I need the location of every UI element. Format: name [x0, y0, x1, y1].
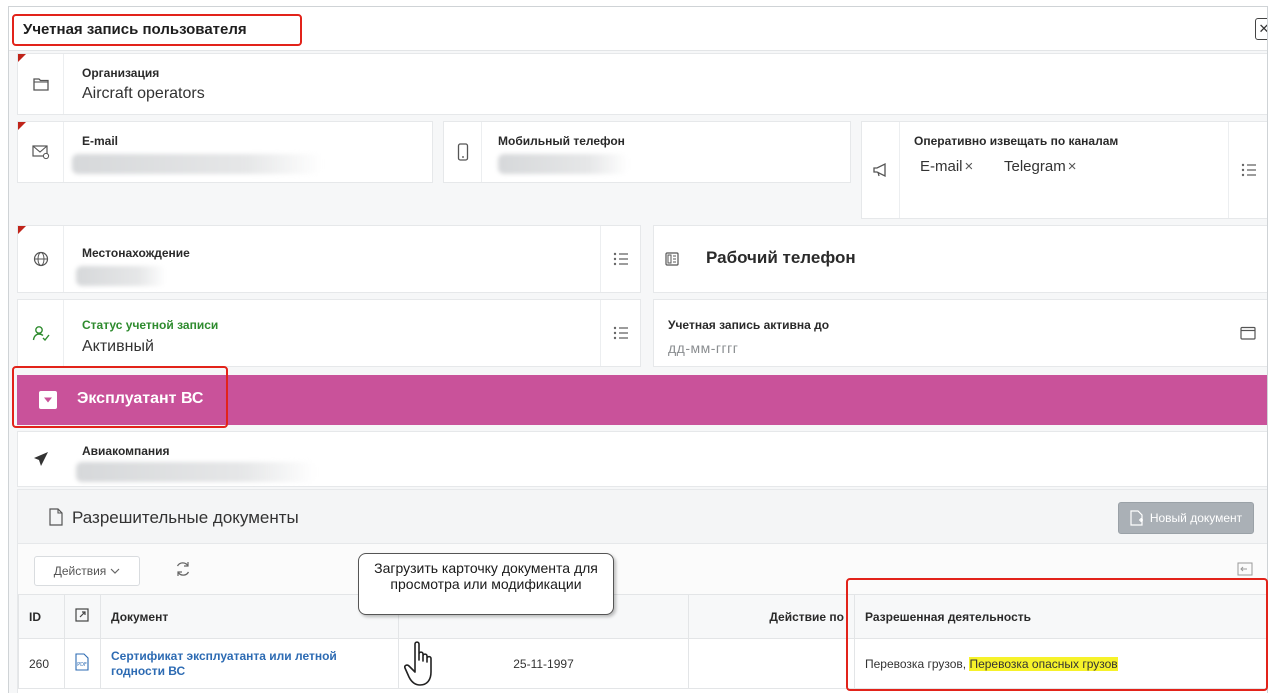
column-header-action-by[interactable]: Действие по: [688, 594, 855, 639]
location-field[interactable]: Местонахождение: [17, 225, 641, 293]
channel-chip-telegram[interactable]: Telegram ×: [1004, 158, 1076, 175]
email-field[interactable]: E-mail: [17, 121, 433, 183]
remove-chip-icon[interactable]: ×: [1068, 158, 1077, 175]
chevron-down-icon: [110, 568, 120, 574]
documents-region-header: Разрешительные документы Новый документ: [18, 490, 1267, 544]
tooltip-text: Загрузить карточку документа для просмот…: [374, 560, 598, 592]
new-document-button[interactable]: Новый документ: [1118, 502, 1254, 534]
active-until-input[interactable]: дд-мм-гггг: [668, 340, 738, 356]
cell-date: 25-11-1997: [398, 638, 689, 689]
open-link-icon: [75, 608, 89, 622]
notify-channels-label: Оперативно извещать по каналам: [914, 134, 1119, 148]
airline-value-redacted: [76, 462, 316, 482]
refresh-icon[interactable]: [164, 554, 202, 584]
active-until-label: Учетная запись активна до: [668, 318, 830, 332]
documents-title: Разрешительные документы: [72, 508, 299, 527]
paper-plane-icon: [18, 432, 64, 486]
mobile-phone-icon: [444, 122, 482, 182]
list-select-icon[interactable]: [600, 300, 640, 366]
document-link[interactable]: Сертификат эксплуатанта или летной годно…: [111, 649, 337, 678]
location-value-redacted: [76, 266, 166, 286]
annotation-highlight: [12, 14, 302, 46]
work-phone-field[interactable]: Рабочий телефон: [653, 225, 1267, 293]
airline-label: Авиакомпания: [82, 444, 170, 458]
account-status-label: Статус учетной записи: [82, 318, 219, 332]
globe-icon: [18, 226, 64, 292]
organization-value: Aircraft operators: [82, 85, 205, 102]
mobile-phone-field[interactable]: Мобильный телефон: [443, 121, 851, 183]
document-icon: [48, 508, 64, 531]
airline-field[interactable]: Авиакомпания: [17, 431, 1267, 487]
organization-label: Организация: [82, 66, 160, 80]
actions-label: Действия: [53, 564, 107, 578]
remove-chip-icon[interactable]: ×: [965, 158, 974, 175]
calendar-icon[interactable]: [1228, 300, 1267, 366]
pdf-icon[interactable]: PDF: [64, 638, 101, 689]
channel-chip-email[interactable]: E-mail ×: [920, 158, 973, 175]
new-document-label: Новый документ: [1149, 511, 1243, 525]
desk-phone-icon: [654, 226, 690, 292]
list-select-icon[interactable]: [1228, 122, 1267, 218]
channel-chip-label: Telegram: [1004, 158, 1066, 175]
email-label: E-mail: [82, 134, 119, 148]
notify-channels-field[interactable]: Оперативно извещать по каналам E-mail × T…: [861, 121, 1267, 219]
megaphone-icon: [862, 122, 900, 218]
close-button[interactable]: ✕: [1255, 18, 1267, 40]
list-select-icon[interactable]: [600, 226, 640, 292]
account-status-field[interactable]: Статус учетной записи Активный: [17, 299, 641, 367]
svg-text:PDF: PDF: [77, 662, 87, 668]
hand-cursor-icon: [404, 641, 432, 686]
location-label: Местонахождение: [82, 246, 190, 260]
organization-field: Организация Aircraft operators: [17, 53, 1267, 115]
column-header-id[interactable]: ID: [18, 594, 65, 639]
channel-chip-label: E-mail: [920, 158, 963, 175]
mobile-phone-label: Мобильный телефон: [498, 134, 625, 148]
annotation-highlight: [12, 366, 228, 428]
column-header-document[interactable]: Документ: [100, 594, 399, 639]
user-status-icon: [18, 300, 64, 366]
annotation-highlight: [846, 578, 1268, 691]
email-icon: [18, 122, 64, 182]
cell-action-by: [688, 638, 855, 689]
tooltip-callout: Загрузить карточку документа для просмот…: [358, 553, 614, 615]
folder-icon: [18, 54, 64, 114]
column-header-open: [64, 594, 101, 639]
export-icon[interactable]: [1234, 558, 1256, 580]
email-value-redacted: [72, 154, 322, 174]
work-phone-label: Рабочий телефон: [706, 248, 856, 267]
cell-id: 260: [18, 638, 65, 689]
new-document-icon: [1130, 510, 1143, 526]
account-status-value: Активный: [82, 338, 154, 355]
mobile-phone-value-redacted: [498, 154, 628, 174]
active-until-field[interactable]: Учетная запись активна до дд-мм-гггг: [653, 299, 1267, 367]
actions-menu-button[interactable]: Действия: [34, 556, 140, 586]
